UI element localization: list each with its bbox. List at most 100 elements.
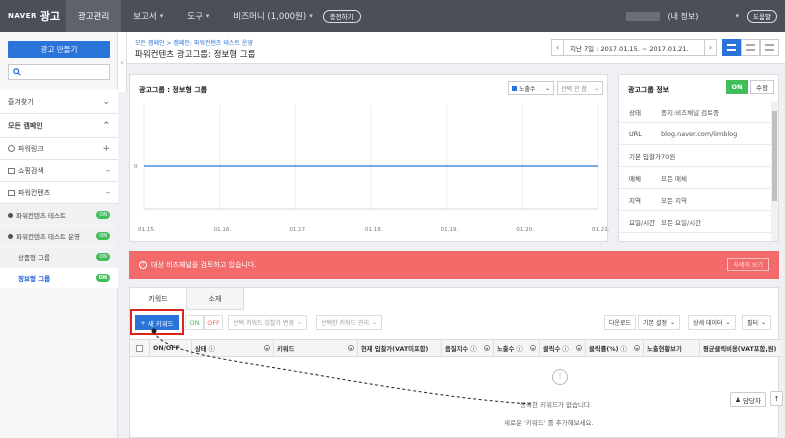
chevron-down-icon: ⌄	[725, 319, 731, 326]
info-value: 중지:비즈채널 검토중	[661, 108, 720, 117]
view-mode-switch	[722, 39, 779, 56]
sidebar-search-input[interactable]	[8, 64, 110, 80]
metric-select-label: 노출수	[519, 85, 536, 93]
collapse-icon[interactable]: –	[106, 188, 111, 198]
chevron-down-icon[interactable]: ▾	[736, 12, 740, 20]
sidebar-item-powercontents[interactable]: 파워컨텐츠 –	[0, 182, 118, 204]
date-range-picker[interactable]: ‹ 지난 7일 : 2017.01.15. ~ 2017.01.21. ›	[551, 39, 717, 56]
select-all-checkbox[interactable]	[136, 344, 143, 352]
sort-icon[interactable]: ▾	[264, 345, 270, 351]
nav-label: 광고관리	[78, 12, 110, 22]
date-prev-button[interactable]: ‹	[551, 39, 564, 56]
tab-creatives[interactable]: 소재	[187, 288, 244, 310]
view-mode-chart-table[interactable]	[722, 39, 741, 56]
naver-ad-logo[interactable]: NAVER 광고	[0, 8, 66, 24]
scroll-to-top-button[interactable]: ↑	[770, 391, 783, 406]
expand-icon[interactable]: +	[102, 144, 110, 154]
sidebar-item-shopping[interactable]: 쇼핑검색 –	[0, 160, 118, 182]
button-label: 상세 데이터	[693, 320, 723, 327]
user-area: (내 정보) ▾ 도움말	[625, 0, 777, 32]
sidebar-all-campaigns[interactable]: 모든 캠페인 ⌃	[0, 114, 118, 138]
metric-select-primary[interactable]: 노출수 ⌄	[508, 81, 554, 95]
alert-details-button[interactable]: 자세히 보기	[727, 258, 769, 271]
col-ctr[interactable]: 클릭률(%) ⓘ ▾	[586, 339, 644, 357]
off-button[interactable]: OFF	[204, 315, 223, 330]
breadcrumb[interactable]: 모든 캠페인 > 캠페인: 파워컨텐츠 테스트 운영	[135, 38, 253, 47]
campaign-dot-icon	[8, 212, 13, 218]
x-tick-label: 01.17.	[289, 227, 307, 233]
col-clicks[interactable]: 클릭수 ⓘ ▾	[540, 339, 586, 357]
sidebar-item-powerlink[interactable]: 파워링크 +	[0, 138, 118, 160]
chevron-down-icon: ⌄	[296, 319, 302, 326]
nav-tools[interactable]: 도구 ▾	[175, 0, 221, 32]
view-mode-compact[interactable]	[760, 39, 779, 56]
sort-icon[interactable]: ▾	[634, 345, 640, 351]
download-button[interactable]: 다운로드	[604, 315, 637, 330]
filter-dropdown[interactable]: 필터 ⌄	[742, 315, 772, 330]
sidebar-favorites[interactable]: 즐겨찾기 ⌄	[0, 90, 118, 114]
sidebar-campaign-test[interactable]: 파워컨텐츠 테스트 ON	[0, 205, 118, 225]
chevron-down-icon: ⌄	[761, 319, 767, 326]
page-header: 모든 캠페인 > 캠페인: 파워컨텐츠 테스트 운영 파워컨텐츠 광고그룹: 정…	[127, 32, 785, 64]
ad-group-on-toggle[interactable]: ON	[726, 80, 748, 94]
info-panel-title: 광고그룹 정보	[628, 86, 670, 94]
series-color-swatch	[512, 85, 517, 91]
on-button[interactable]: ON	[185, 315, 204, 330]
default-settings-dropdown[interactable]: 기본 설정 ⌄	[638, 315, 681, 330]
info-row: 매체 모든 매체	[619, 167, 771, 189]
sort-icon[interactable]: ▾	[530, 345, 536, 351]
view-mode-table[interactable]	[741, 39, 760, 56]
manager-button[interactable]: ♟ 담당자	[730, 392, 766, 407]
button-label: 다운로드	[609, 320, 632, 327]
col-keyword[interactable]: 키워드 ▾	[274, 339, 358, 357]
nav-label: 보고서	[133, 12, 157, 22]
nav-reports[interactable]: 보고서 ▾	[121, 0, 175, 32]
sidebar-group-product[interactable]: 상품형 그룹 ON	[0, 247, 118, 267]
nav-ad-management[interactable]: 광고관리	[66, 0, 122, 32]
highlight-box	[130, 309, 184, 335]
col-current-bid[interactable]: 현재 입찰가(VAT미포함)	[358, 339, 442, 357]
button-label: 선택한 키워드 관리	[321, 320, 369, 327]
metric-select-secondary[interactable]: 선택 안 함 ⌄	[557, 81, 603, 95]
my-info-link[interactable]: (내 정보)	[668, 11, 728, 22]
chevron-down-icon: ⌄	[102, 96, 110, 107]
sidebar-item-label: 모든 캠페인	[8, 121, 43, 130]
help-button[interactable]: 도움말	[747, 9, 777, 23]
sort-icon[interactable]: ▾	[484, 345, 490, 351]
info-value: 모든 매체	[661, 174, 687, 183]
date-next-button[interactable]: ›	[704, 39, 717, 56]
date-range-text[interactable]: 지난 7일 : 2017.01.15. ~ 2017.01.21.	[564, 39, 704, 56]
collapse-icon[interactable]: –	[106, 166, 111, 176]
nav-bizmoney[interactable]: 비즈머니 (1,000원) ▾	[221, 0, 316, 32]
col-onoff[interactable]: ON/OFF	[150, 339, 192, 357]
select-all-checkbox-cell[interactable]	[130, 339, 150, 357]
sort-icon[interactable]: ▾	[576, 345, 582, 351]
button-label: 담당자	[742, 396, 761, 405]
col-impression-status[interactable]: 노출현황보기	[644, 339, 700, 357]
chevron-down-icon: ▾	[309, 12, 313, 20]
info-key: 요일/시간	[629, 218, 656, 227]
bid-change-dropdown[interactable]: 선택 키워드 입찰가 변경 ⌄	[228, 315, 307, 330]
sidebar-group-info[interactable]: 정보형 그룹 ON	[0, 268, 118, 288]
keyword-manage-dropdown[interactable]: 선택한 키워드 관리 ⌄	[316, 315, 383, 330]
sidebar-collapse-toggle[interactable]: ‹	[118, 32, 127, 92]
document-icon	[8, 189, 15, 196]
info-panel-scrollbar[interactable]	[771, 101, 778, 241]
col-status[interactable]: 상태 ⓘ ▾	[192, 339, 274, 357]
status-badge: ON	[96, 232, 110, 240]
campaign-dot-icon	[8, 233, 13, 239]
col-impressions[interactable]: 노출수 ⓘ ▾	[494, 339, 540, 357]
tab-keywords[interactable]: 키워드	[130, 288, 187, 310]
user-id-redacted	[625, 11, 660, 21]
sort-icon[interactable]: ▾	[348, 345, 354, 351]
edit-button[interactable]: 수정	[750, 80, 774, 94]
sidebar-campaign-test-ops[interactable]: 파워컨텐츠 테스트 운영 ON	[0, 226, 118, 246]
create-ad-button[interactable]: 광고 만들기	[8, 41, 110, 58]
scrollbar-thumb[interactable]	[772, 111, 777, 201]
charge-button[interactable]: 충전하기	[322, 9, 361, 23]
detail-data-dropdown[interactable]: 상세 데이터 ⌄	[688, 315, 736, 330]
col-avg-cpc[interactable]: 평균클릭비용(VAT포함,원)	[700, 339, 780, 357]
x-tick-label: 01.20.	[516, 227, 534, 233]
list-icon	[765, 44, 774, 51]
col-quality-index[interactable]: 품질지수 ⓘ ▾	[442, 339, 494, 357]
